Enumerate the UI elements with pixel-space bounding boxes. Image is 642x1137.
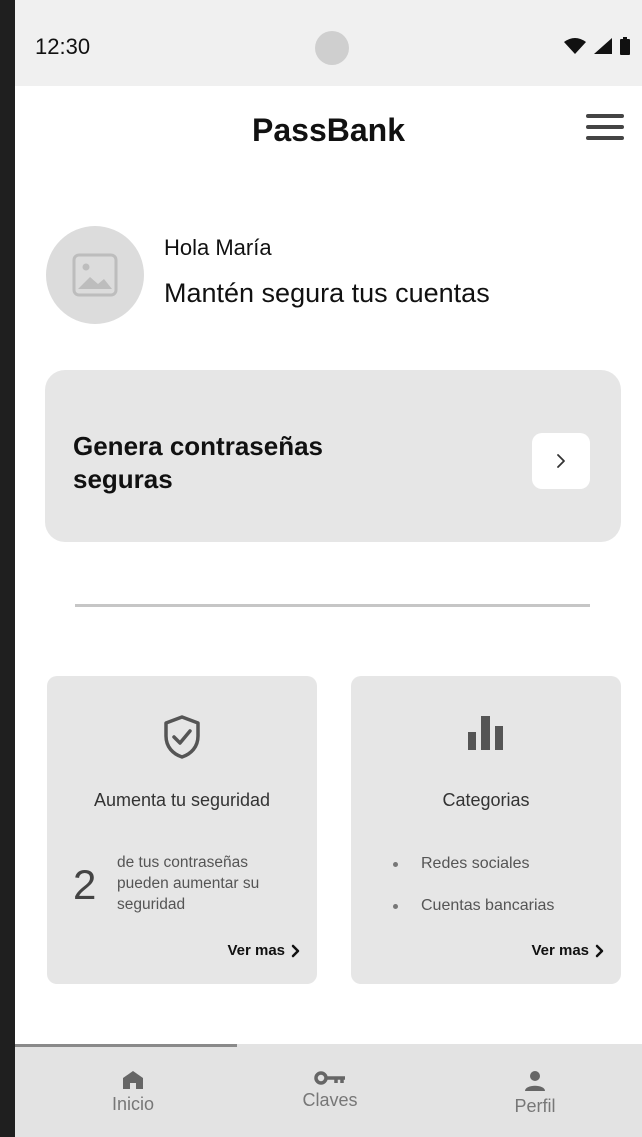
- security-see-more-link[interactable]: Ver mas: [227, 942, 301, 959]
- key-icon: [314, 1071, 345, 1085]
- profile-header: Hola María Mantén segura tus cuentas: [15, 218, 642, 328]
- status-bar: 12:30: [15, 0, 642, 86]
- camera-cutout: [315, 31, 349, 65]
- avatar[interactable]: [46, 226, 144, 324]
- nav-label-home: Inicio: [111, 1094, 155, 1114]
- categories-see-more-link[interactable]: Ver mas: [531, 942, 605, 959]
- weak-password-description: de tus contraseñas pueden aumentar su se…: [117, 854, 260, 913]
- categories-list: Redes sociales Cuentas bancarias: [389, 854, 554, 938]
- security-card-title: Aumenta tu seguridad: [93, 790, 271, 810]
- nav-item-keys[interactable]: Claves: [250, 1070, 410, 1111]
- greeting-text: Hola María: [164, 235, 272, 260]
- category-item[interactable]: Redes sociales: [389, 854, 554, 896]
- image-placeholder-icon: [72, 253, 118, 297]
- shield-check-icon: [164, 715, 200, 759]
- section-divider: [75, 604, 590, 607]
- generate-password-button[interactable]: [532, 433, 590, 489]
- signal-icon: [594, 38, 612, 54]
- bar-chart-icon: [468, 716, 503, 750]
- nav-item-profile[interactable]: Perfil: [455, 1070, 615, 1117]
- chevron-right-icon: [557, 454, 565, 468]
- nav-label-profile: Perfil: [514, 1096, 556, 1116]
- wifi-icon: [564, 38, 586, 54]
- menu-icon[interactable]: [586, 114, 624, 146]
- security-card[interactable]: Aumenta tu seguridad 2 de tus contraseña…: [47, 676, 317, 984]
- chevron-right-icon: [595, 944, 604, 957]
- categories-card-title: Categorias: [442, 790, 530, 810]
- see-more-label: Ver mas: [227, 942, 285, 959]
- nav-label-keys: Claves: [302, 1090, 358, 1110]
- active-tab-indicator: [15, 1044, 237, 1047]
- generate-password-title: Genera contraseñas seguras: [73, 431, 324, 494]
- bottom-navigation: Inicio Claves Perfil: [15, 1044, 642, 1137]
- status-time: 12:30: [35, 34, 91, 59]
- chevron-right-icon: [291, 944, 300, 957]
- see-more-label: Ver mas: [531, 942, 589, 959]
- battery-icon: [620, 37, 630, 55]
- weak-password-count: 2: [73, 861, 97, 908]
- generate-password-card[interactable]: Genera contraseñas seguras: [45, 370, 621, 542]
- tagline-text: Mantén segura tus cuentas: [164, 278, 490, 308]
- category-item[interactable]: Cuentas bancarias: [389, 896, 554, 938]
- app-title: PassBank: [252, 112, 405, 148]
- home-icon: [123, 1071, 143, 1089]
- person-icon: [525, 1071, 545, 1091]
- phone-screen: 12:30 PassBank Hola María Mantén segura …: [15, 0, 642, 1137]
- categories-card[interactable]: Categorias Redes sociales Cuentas bancar…: [351, 676, 621, 984]
- nav-item-home[interactable]: Inicio: [53, 1070, 213, 1115]
- app-bar: PassBank: [15, 86, 642, 178]
- status-icons: [564, 37, 630, 55]
